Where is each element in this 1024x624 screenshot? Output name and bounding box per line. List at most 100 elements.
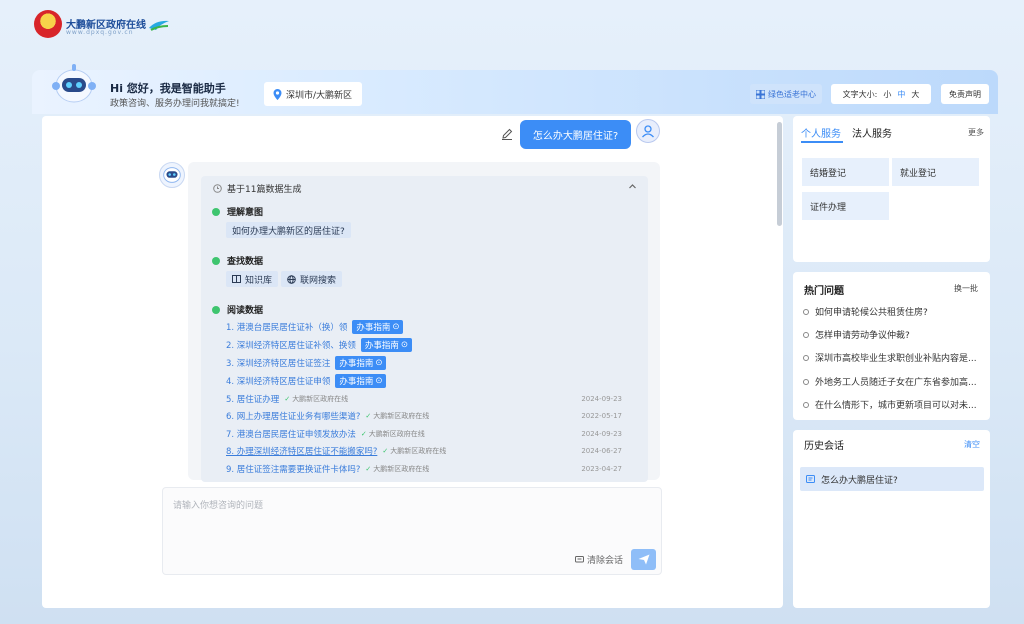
result-source: ✓ 大鹏新区政府在线 <box>365 411 429 421</box>
disclaimer-button[interactable]: 免责声明 <box>941 84 989 104</box>
location-label: 深圳市/大鹏新区 <box>286 90 353 101</box>
result-link[interactable]: 9. 居住证签注需要更换证件卡体吗? <box>226 463 360 475</box>
history-item[interactable]: 怎么办大鹏居住证? <box>800 467 984 491</box>
tab-legal-services[interactable]: 法人服务 <box>852 125 892 140</box>
bullet-icon <box>803 354 809 361</box>
step-understand: 理解意图 <box>212 205 263 218</box>
step-read-label: 阅读数据 <box>227 306 264 316</box>
result-item: 5. 居住证办理 ✓ 大鹏新区政府在线 2024-09-23 <box>226 393 636 405</box>
location-pin-icon <box>273 88 282 100</box>
result-link[interactable]: 5. 居住证办理 <box>226 393 279 405</box>
book-icon <box>232 275 241 283</box>
service-item-employment[interactable]: 就业登记 <box>892 158 979 186</box>
clear-session-label: 清除会话 <box>587 556 624 566</box>
hot-question-text: 如何申请轮候公共租赁住房? <box>815 308 928 318</box>
understood-query-chip: 如何办理大鹏新区的居住证? <box>226 222 351 238</box>
arrow-circle-icon: ⊙ <box>392 322 400 332</box>
globe-icon <box>287 274 296 284</box>
accessible-mode-button[interactable]: 绿色适老中心 <box>750 84 822 104</box>
more-services-link[interactable]: 更多 <box>968 127 984 138</box>
service-item-marriage[interactable]: 结婚登记 <box>802 158 889 186</box>
location-selector[interactable]: 深圳市/大鹏新区 <box>264 82 362 106</box>
chat-scrollbar[interactable] <box>777 122 782 226</box>
source-check-icon: ✓ <box>360 430 367 438</box>
bot-avatar <box>159 162 185 188</box>
result-link[interactable]: 3. 深圳经济特区居住证签注 <box>226 357 330 369</box>
wave-logo-icon <box>149 20 169 31</box>
result-date: 2023-04-27 <box>581 465 622 473</box>
font-size-control: 文字大小: 小 中 大 <box>831 84 931 104</box>
result-date: 2022-05-17 <box>581 412 622 420</box>
clear-session-button[interactable]: 清除会话 <box>575 553 623 566</box>
hot-question-text: 在什么情形下，城市更新项目可以对未... <box>815 401 977 411</box>
grid-icon <box>756 89 765 99</box>
source-name: 大鹏新区政府在线 <box>390 447 447 455</box>
step-done-icon <box>212 305 220 314</box>
result-item: 1. 港澳台居民居住证补（换）领 办事指南 ⊙ <box>226 320 404 334</box>
guide-button[interactable]: 办事指南 ⊙ <box>360 338 412 352</box>
result-item: 6. 网上办理居住证业务有哪些渠道? ✓ 大鹏新区政府在线 2022-05-17 <box>226 410 636 422</box>
web-search-chip: 联网搜索 <box>281 271 343 287</box>
knowledge-base-chip: 知识库 <box>226 271 279 287</box>
guide-button[interactable]: 办事指南 ⊙ <box>335 374 387 388</box>
guide-label: 办事指南 <box>339 359 374 369</box>
guide-label: 办事指南 <box>339 377 374 387</box>
greeting-subtitle: 政策咨询、服务办理问我就搞定! <box>110 99 240 109</box>
chevron-up-icon[interactable] <box>628 182 637 191</box>
generated-from-label: 基于11篇数据生成 <box>227 185 302 195</box>
hot-question-item[interactable]: 怎样申请劳动争议仲裁? <box>803 328 910 341</box>
step-search: 查找数据 <box>212 254 263 267</box>
guide-label: 办事指南 <box>356 323 391 333</box>
reasoning-header[interactable]: 基于11篇数据生成 <box>213 182 301 195</box>
result-source: ✓ 大鹏新区政府在线 <box>361 429 425 439</box>
result-link[interactable]: 6. 网上办理居住证业务有哪些渠道? <box>226 410 360 422</box>
user-avatar <box>636 119 660 143</box>
guide-label: 办事指南 <box>364 341 399 351</box>
refresh-questions-button[interactable]: 换一批 <box>954 283 978 294</box>
result-link[interactable]: 4. 深圳经济特区居住证申领 <box>226 375 330 387</box>
result-item: 2. 深圳经济特区居住证补领、换领 办事指南 ⊙ <box>226 338 412 352</box>
hot-question-item[interactable]: 深圳市高校毕业生求职创业补贴内容是... <box>803 351 977 364</box>
clear-history-button[interactable]: 清空 <box>964 439 980 450</box>
hot-question-text: 外地务工人员随迁子女在广东省参加高... <box>815 378 977 388</box>
step-done-icon <box>212 256 220 265</box>
history-item-label: 怎么办大鹏居住证? <box>821 475 898 486</box>
chat-icon <box>806 475 815 483</box>
user-message-bubble: 怎么办大鹏居住证? <box>520 120 631 149</box>
result-source: ✓ 大鹏新区政府在线 <box>284 394 348 404</box>
result-date: 2024-09-23 <box>581 430 622 438</box>
result-link[interactable]: 7. 港澳台居民居住证申领发放办法 <box>226 428 356 440</box>
message-input[interactable] <box>173 498 643 538</box>
font-size-small[interactable]: 小 <box>883 89 891 100</box>
edit-icon[interactable] <box>500 127 514 141</box>
source-check-icon: ✓ <box>365 412 372 420</box>
hot-question-item[interactable]: 外地务工人员随迁子女在广东省参加高... <box>803 375 977 388</box>
guide-button[interactable]: 办事指南 ⊙ <box>335 356 387 370</box>
font-size-large[interactable]: 大 <box>911 89 919 100</box>
result-link[interactable]: 8. 办理深圳经济特区居住证不能搬家吗? <box>226 445 377 457</box>
tab-personal-services[interactable]: 个人服务 <box>801 125 841 140</box>
step-search-label: 查找数据 <box>227 257 264 267</box>
hot-question-item[interactable]: 如何申请轮候公共租赁住房? <box>803 305 928 318</box>
service-item-certificates[interactable]: 证件办理 <box>802 192 889 220</box>
result-link[interactable]: 2. 深圳经济特区居住证补领、换领 <box>226 339 356 351</box>
history-title: 历史会话 <box>804 441 844 452</box>
knowledge-base-label: 知识库 <box>245 275 273 286</box>
source-check-icon: ✓ <box>382 447 389 455</box>
guide-button[interactable]: 办事指南 ⊙ <box>352 320 404 334</box>
chat-clear-icon <box>575 555 584 562</box>
result-item: 3. 深圳经济特区居住证签注 办事指南 ⊙ <box>226 356 387 370</box>
hot-question-item[interactable]: 在什么情形下，城市更新项目可以对未... <box>803 398 977 411</box>
accessible-mode-label: 绿色适老中心 <box>768 89 816 99</box>
result-date: 2024-09-23 <box>581 395 622 403</box>
font-size-medium[interactable]: 中 <box>897 89 905 100</box>
step-read: 阅读数据 <box>212 303 263 316</box>
history-card <box>793 430 990 608</box>
source-name: 大鹏新区政府在线 <box>373 465 430 473</box>
arrow-circle-icon: ⊙ <box>375 358 383 368</box>
source-check-icon: ✓ <box>365 465 372 473</box>
user-icon <box>642 125 654 138</box>
send-button[interactable] <box>631 549 656 570</box>
hot-question-text: 怎样申请劳动争议仲裁? <box>815 331 910 341</box>
result-link[interactable]: 1. 港澳台居民居住证补（换）领 <box>226 321 347 333</box>
